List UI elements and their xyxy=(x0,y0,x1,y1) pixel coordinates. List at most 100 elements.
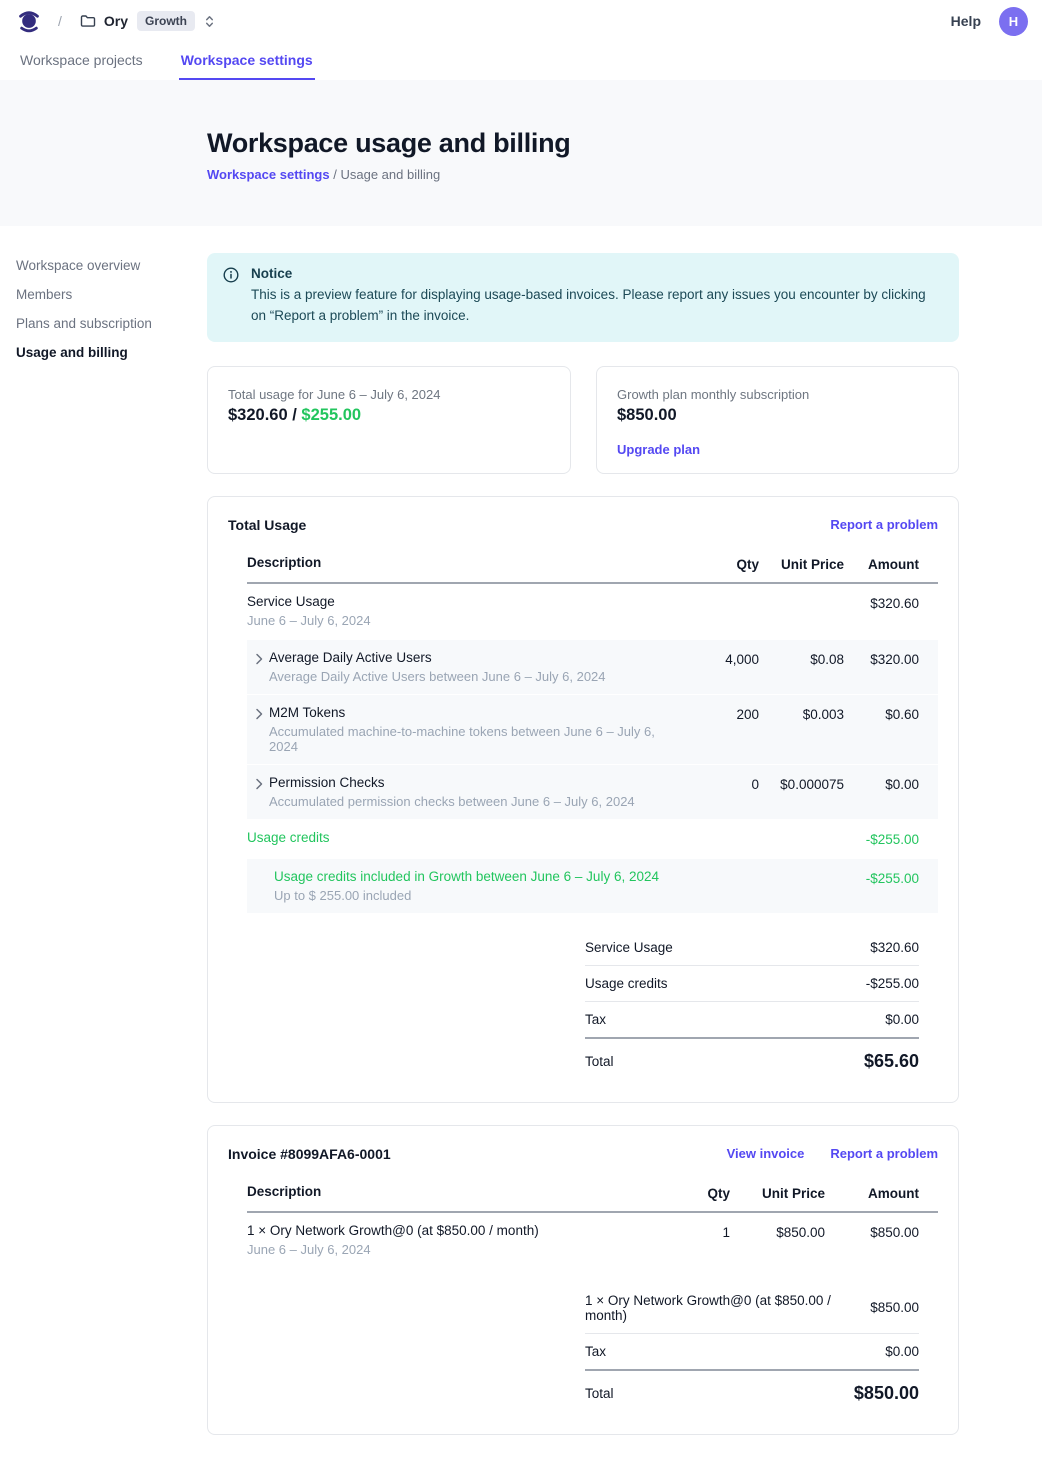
summary-label: Tax xyxy=(585,1344,606,1359)
summary-row: Usage credits -$255.00 xyxy=(585,965,919,1001)
subscription-label: Growth plan monthly subscription xyxy=(617,387,938,402)
row-amount: $0.00 xyxy=(844,775,919,792)
page-title: Workspace usage and billing xyxy=(207,128,1042,159)
column-description: Description xyxy=(247,1184,640,1199)
summary-label: 1 × Ory Network Growth@0 (at $850.00 / m… xyxy=(585,1293,870,1323)
row-subtitle: June 6 – July 6, 2024 xyxy=(247,1242,539,1257)
column-unit-price: Unit Price xyxy=(730,1184,825,1201)
total-row: Total $65.60 xyxy=(585,1037,919,1082)
row-qty: 200 xyxy=(669,705,759,722)
chevron-right-icon[interactable] xyxy=(255,778,263,790)
row-subtitle: Up to $ 255.00 included xyxy=(274,888,659,903)
plan-badge: Growth xyxy=(137,11,195,31)
column-unit-price: Unit Price xyxy=(759,555,844,572)
summary-row: Tax $0.00 xyxy=(585,1333,919,1369)
sidebar-item-members[interactable]: Members xyxy=(16,286,191,303)
total-label: Total xyxy=(585,1054,614,1069)
usage-separator: / xyxy=(288,406,302,424)
breadcrumb-current: Usage and billing xyxy=(340,167,440,182)
summary-value: $0.00 xyxy=(885,1344,919,1359)
row-amount: $320.60 xyxy=(844,594,919,611)
row-amount: -$255.00 xyxy=(844,830,919,847)
report-a-problem-link[interactable]: Report a problem xyxy=(830,517,938,532)
total-usage-label: Total usage for June 6 – July 6, 2024 xyxy=(228,387,550,402)
notice-body: This is a preview feature for displaying… xyxy=(251,285,943,327)
summary-row: Service Usage $320.60 xyxy=(585,930,919,965)
report-a-problem-link[interactable]: Report a problem xyxy=(830,1146,938,1161)
table-row: Permission Checks Accumulated permission… xyxy=(247,765,938,820)
total-usage-panel: Total Usage Report a problem Description… xyxy=(207,496,959,1103)
row-title: Average Daily Active Users xyxy=(269,650,606,665)
row-title: M2M Tokens xyxy=(269,705,669,720)
row-title: Permission Checks xyxy=(269,775,635,790)
row-unit-price: $0.000075 xyxy=(759,775,844,792)
table-row: 1 × Ory Network Growth@0 (at $850.00 / m… xyxy=(247,1213,938,1267)
invoice-table: Description Qty Unit Price Amount 1 × Or… xyxy=(247,1176,938,1267)
chevron-right-icon[interactable] xyxy=(255,708,263,720)
usage-table: Description Qty Unit Price Amount Servic… xyxy=(247,547,938,914)
row-subtitle: Accumulated machine-to-machine tokens be… xyxy=(269,724,669,754)
row-subtitle: Accumulated permission checks between Ju… xyxy=(269,794,635,809)
column-amount: Amount xyxy=(844,555,919,572)
summary-row: Tax $0.00 xyxy=(585,1001,919,1037)
row-title: Service Usage xyxy=(247,594,371,609)
sidebar-item-plans-and-subscription[interactable]: Plans and subscription xyxy=(16,315,191,332)
sidebar-item-usage-and-billing[interactable]: Usage and billing xyxy=(16,344,191,361)
row-amount: $320.00 xyxy=(844,650,919,667)
upgrade-plan-link[interactable]: Upgrade plan xyxy=(617,442,700,457)
summary-value: $850.00 xyxy=(870,1300,919,1315)
table-header: Description Qty Unit Price Amount xyxy=(247,1176,938,1213)
top-bar: / Ory Growth Help H xyxy=(0,0,1042,42)
notice-title: Notice xyxy=(251,266,943,281)
usage-summary: Service Usage $320.60 Usage credits -$25… xyxy=(585,930,938,1082)
column-qty: Qty xyxy=(640,1184,730,1201)
table-row: Average Daily Active Users Average Daily… xyxy=(247,640,938,695)
user-avatar[interactable]: H xyxy=(999,7,1028,36)
column-description: Description xyxy=(247,555,669,570)
workspace-tabs: Workspace projects Workspace settings xyxy=(0,42,1042,80)
row-qty: 4,000 xyxy=(669,650,759,667)
tab-workspace-settings[interactable]: Workspace settings xyxy=(179,42,315,80)
summary-label: Service Usage xyxy=(585,940,673,955)
tab-workspace-projects[interactable]: Workspace projects xyxy=(18,42,145,80)
summary-value: $0.00 xyxy=(885,1012,919,1027)
summary-row: 1 × Ory Network Growth@0 (at $850.00 / m… xyxy=(585,1283,919,1333)
total-value: $850.00 xyxy=(854,1383,919,1404)
preview-notice: Notice This is a preview feature for dis… xyxy=(207,253,959,342)
breadcrumb: Workspace settings / Usage and billing xyxy=(207,167,1042,182)
total-usage-value: $320.60 / $255.00 xyxy=(228,406,550,425)
chevron-right-icon[interactable] xyxy=(255,653,263,665)
row-amount: $850.00 xyxy=(825,1223,919,1240)
table-row: Usage credits -$255.00 xyxy=(247,820,938,857)
ory-logo-icon[interactable] xyxy=(16,8,42,34)
row-title: Usage credits included in Growth between… xyxy=(274,869,659,884)
table-row: Service Usage June 6 – July 6, 2024 $320… xyxy=(247,584,938,638)
column-amount: Amount xyxy=(825,1184,919,1201)
total-row: Total $850.00 xyxy=(585,1369,919,1414)
workspace-switcher-icon[interactable] xyxy=(204,14,215,29)
view-invoice-link[interactable]: View invoice xyxy=(727,1146,805,1161)
page-header: Workspace usage and billing Workspace se… xyxy=(0,80,1042,226)
subscription-amount: $850.00 xyxy=(617,406,938,425)
row-title: Usage credits xyxy=(247,830,330,845)
invoice-panel: Invoice #8099AFA6-0001 View invoice Repo… xyxy=(207,1125,959,1435)
row-title: 1 × Ory Network Growth@0 (at $850.00 / m… xyxy=(247,1223,539,1238)
breadcrumb-workspace-settings-link[interactable]: Workspace settings xyxy=(207,167,330,182)
total-label: Total xyxy=(585,1386,614,1401)
row-amount: -$255.00 xyxy=(844,869,919,886)
row-subtitle: June 6 – July 6, 2024 xyxy=(247,613,371,628)
total-usage-card: Total usage for June 6 – July 6, 2024 $3… xyxy=(207,366,571,474)
table-header: Description Qty Unit Price Amount xyxy=(247,547,938,584)
folder-icon xyxy=(80,13,96,29)
table-row: Usage credits included in Growth between… xyxy=(247,859,938,914)
row-qty: 1 xyxy=(640,1223,730,1240)
help-button[interactable]: Help xyxy=(951,13,981,29)
panel-title: Total Usage xyxy=(228,517,306,533)
row-unit-price: $850.00 xyxy=(730,1223,825,1240)
workspace-name[interactable]: Ory xyxy=(104,13,128,29)
sidebar-item-workspace-overview[interactable]: Workspace overview xyxy=(16,257,191,274)
usage-amount: $320.60 xyxy=(228,406,288,424)
row-amount: $0.60 xyxy=(844,705,919,722)
row-qty: 0 xyxy=(669,775,759,792)
summary-label: Usage credits xyxy=(585,976,668,991)
